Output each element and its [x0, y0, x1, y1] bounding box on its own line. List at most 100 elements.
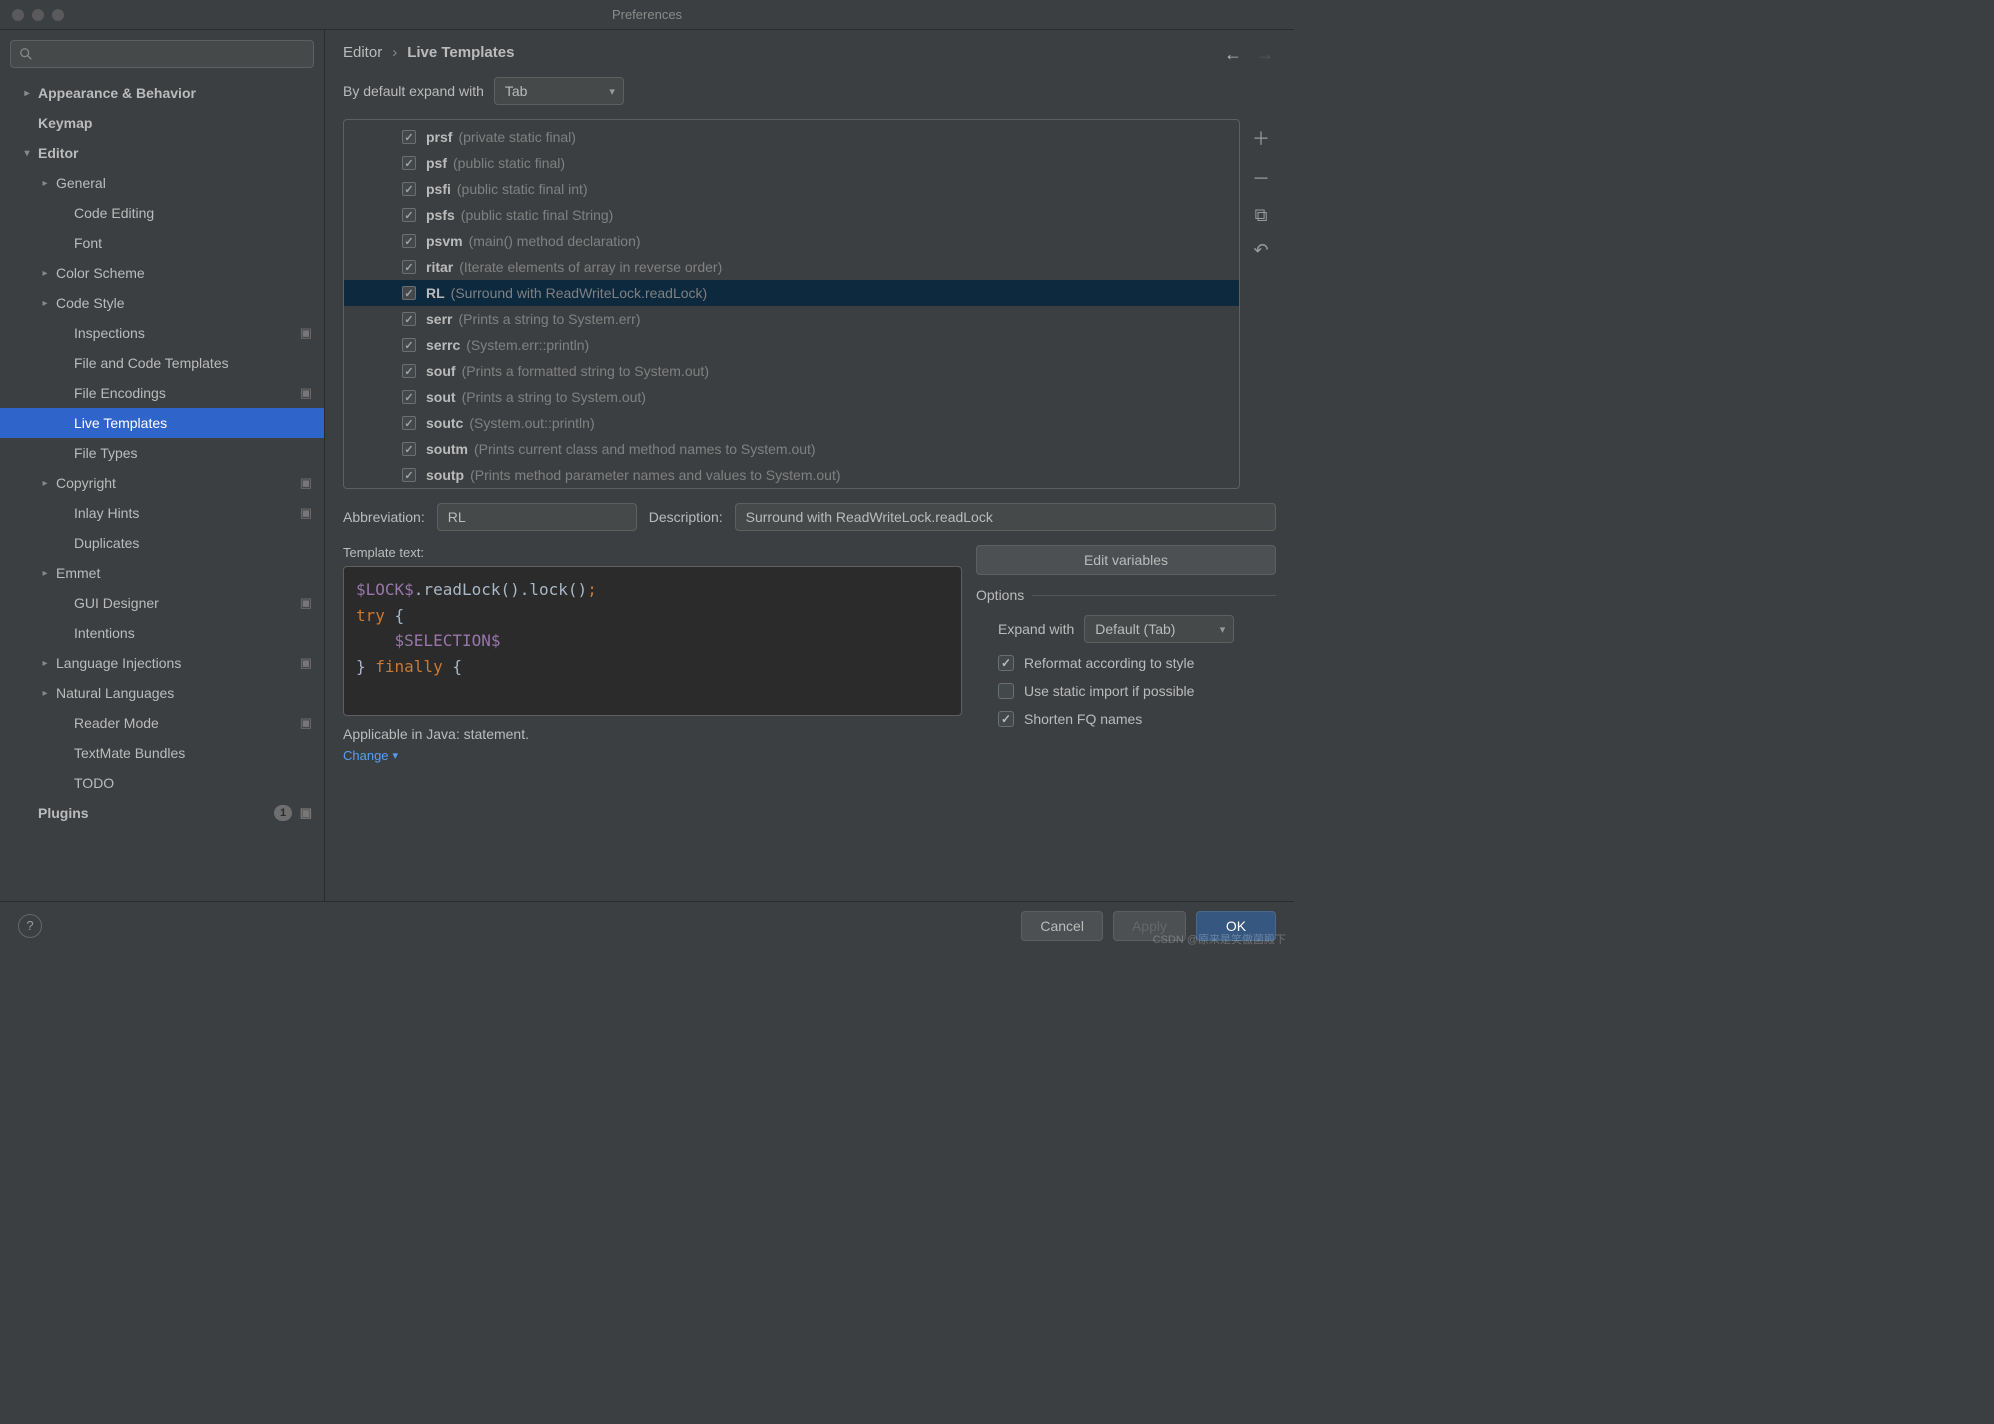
template-checkbox[interactable] [402, 260, 416, 274]
sidebar-item-intentions[interactable]: Intentions [0, 618, 324, 648]
minimize-window-icon[interactable] [32, 9, 44, 21]
edit-variables-button[interactable]: Edit variables [976, 545, 1276, 575]
template-row-souf[interactable]: souf(Prints a formatted string to System… [344, 358, 1239, 384]
sidebar-item-inlay-hints[interactable]: Inlay Hints▣ [0, 498, 324, 528]
template-checkbox[interactable] [402, 156, 416, 170]
zoom-window-icon[interactable] [52, 9, 64, 21]
template-row-sout[interactable]: sout(Prints a string to System.out) [344, 384, 1239, 410]
sidebar-item-duplicates[interactable]: Duplicates [0, 528, 324, 558]
project-level-icon: ▣ [300, 325, 312, 341]
sidebar-item-general[interactable]: ▸General [0, 168, 324, 198]
sidebar-item-editor[interactable]: ▾Editor [0, 138, 324, 168]
nav-back-icon[interactable]: ← [1224, 44, 1242, 65]
sidebar-item-color-scheme[interactable]: ▸Color Scheme [0, 258, 324, 288]
template-row-psfi[interactable]: psfi(public static final int) [344, 176, 1239, 202]
project-level-icon: ▣ [300, 385, 312, 401]
template-checkbox[interactable] [402, 442, 416, 456]
help-button[interactable]: ? [18, 914, 42, 938]
sidebar-item-code-editing[interactable]: Code Editing [0, 198, 324, 228]
template-checkbox[interactable] [402, 130, 416, 144]
template-row-soutp[interactable]: soutp(Prints method parameter names and … [344, 462, 1239, 488]
chevron-right-icon: ▸ [20, 88, 34, 99]
chevron-right-icon: ▸ [38, 568, 52, 579]
template-text-label: Template text: [343, 545, 962, 560]
revert-template-icon[interactable]: ↶ [1253, 240, 1268, 261]
sidebar-item-file-types[interactable]: File Types [0, 438, 324, 468]
sidebar-item-plugins[interactable]: Plugins1▣ [0, 798, 324, 828]
window-title: Preferences [612, 7, 682, 22]
expand-label: By default expand with [343, 83, 484, 99]
sidebar-item-reader-mode[interactable]: Reader Mode▣ [0, 708, 324, 738]
sidebar-item-file-encodings[interactable]: File Encodings▣ [0, 378, 324, 408]
chevron-right-icon: ▸ [38, 478, 52, 489]
chevron-down-icon: ▾ [393, 749, 399, 762]
sidebar-item-copyright[interactable]: ▸Copyright▣ [0, 468, 324, 498]
shorten-fq-label: Shorten FQ names [1024, 711, 1142, 727]
description-input[interactable] [735, 503, 1276, 531]
template-row-serrc[interactable]: serrc(System.err::println) [344, 332, 1239, 358]
sidebar-item-file-and-code-templates[interactable]: File and Code Templates [0, 348, 324, 378]
sidebar-item-textmate-bundles[interactable]: TextMate Bundles [0, 738, 324, 768]
settings-tree[interactable]: ▸Appearance & BehaviorKeymap▾Editor▸Gene… [0, 78, 324, 901]
templates-list[interactable]: prsf(private static final)psf(public sta… [343, 119, 1240, 489]
chevron-right-icon: ▸ [38, 178, 52, 189]
template-checkbox[interactable] [402, 364, 416, 378]
template-checkbox[interactable] [402, 416, 416, 430]
template-row-psf[interactable]: psf(public static final) [344, 150, 1239, 176]
template-checkbox[interactable] [402, 390, 416, 404]
shorten-fq-checkbox[interactable] [998, 711, 1014, 727]
chevron-right-icon: ▸ [38, 298, 52, 309]
sidebar-item-appearance-behavior[interactable]: ▸Appearance & Behavior [0, 78, 324, 108]
breadcrumb-root[interactable]: Editor [343, 44, 382, 61]
content-pane: Editor › Live Templates ← → By default e… [325, 30, 1294, 901]
sidebar-item-natural-languages[interactable]: ▸Natural Languages [0, 678, 324, 708]
change-context-link[interactable]: Change▾ [343, 748, 962, 763]
sidebar-item-inspections[interactable]: Inspections▣ [0, 318, 324, 348]
template-checkbox[interactable] [402, 208, 416, 222]
template-checkbox[interactable] [402, 338, 416, 352]
options-heading: Options [976, 587, 1276, 603]
sidebar-item-language-injections[interactable]: ▸Language Injections▣ [0, 648, 324, 678]
expand-with-select[interactable]: Tab [494, 77, 624, 105]
template-checkbox[interactable] [402, 234, 416, 248]
template-text-editor[interactable]: $LOCK$.readLock().lock(); try { $SELECTI… [343, 566, 962, 716]
template-checkbox[interactable] [402, 182, 416, 196]
breadcrumb-leaf: Live Templates [407, 44, 514, 61]
remove-template-icon[interactable]: － [1252, 165, 1270, 191]
template-row-psfs[interactable]: psfs(public static final String) [344, 202, 1239, 228]
project-level-icon: ▣ [300, 595, 312, 611]
search-input[interactable] [10, 40, 314, 68]
applicable-context: Applicable in Java: statement. [343, 726, 962, 742]
static-import-checkbox[interactable] [998, 683, 1014, 699]
template-row-soutv[interactable]: soutv(Prints a value to System.out) [344, 488, 1239, 489]
sidebar-item-gui-designer[interactable]: GUI Designer▣ [0, 588, 324, 618]
template-checkbox[interactable] [402, 468, 416, 482]
sidebar-item-emmet[interactable]: ▸Emmet [0, 558, 324, 588]
template-row-soutc[interactable]: soutc(System.out::println) [344, 410, 1239, 436]
cancel-button[interactable]: Cancel [1021, 911, 1103, 941]
sidebar-item-live-templates[interactable]: Live Templates [0, 408, 324, 438]
sidebar-item-font[interactable]: Font [0, 228, 324, 258]
project-level-icon: ▣ [300, 475, 312, 491]
reformat-checkbox[interactable] [998, 655, 1014, 671]
sidebar-item-code-style[interactable]: ▸Code Style [0, 288, 324, 318]
chevron-right-icon: ▸ [38, 658, 52, 669]
search-icon [19, 47, 33, 61]
template-row-soutm[interactable]: soutm(Prints current class and method na… [344, 436, 1239, 462]
sidebar-item-keymap[interactable]: Keymap [0, 108, 324, 138]
add-template-icon[interactable]: ＋ [1252, 125, 1270, 151]
template-row-rl[interactable]: RL(Surround with ReadWriteLock.readLock) [344, 280, 1239, 306]
close-window-icon[interactable] [12, 9, 24, 21]
template-row-prsf[interactable]: prsf(private static final) [344, 124, 1239, 150]
template-row-ritar[interactable]: ritar(Iterate elements of array in rever… [344, 254, 1239, 280]
chevron-right-icon: ▸ [38, 268, 52, 279]
duplicate-template-icon[interactable]: ⧉ [1255, 205, 1268, 226]
template-row-psvm[interactable]: psvm(main() method declaration) [344, 228, 1239, 254]
titlebar: Preferences [0, 0, 1294, 30]
abbreviation-input[interactable] [437, 503, 637, 531]
template-checkbox[interactable] [402, 312, 416, 326]
template-row-serr[interactable]: serr(Prints a string to System.err) [344, 306, 1239, 332]
expand-with-option-select[interactable]: Default (Tab) [1084, 615, 1234, 643]
sidebar-item-todo[interactable]: TODO [0, 768, 324, 798]
template-checkbox[interactable] [402, 286, 416, 300]
